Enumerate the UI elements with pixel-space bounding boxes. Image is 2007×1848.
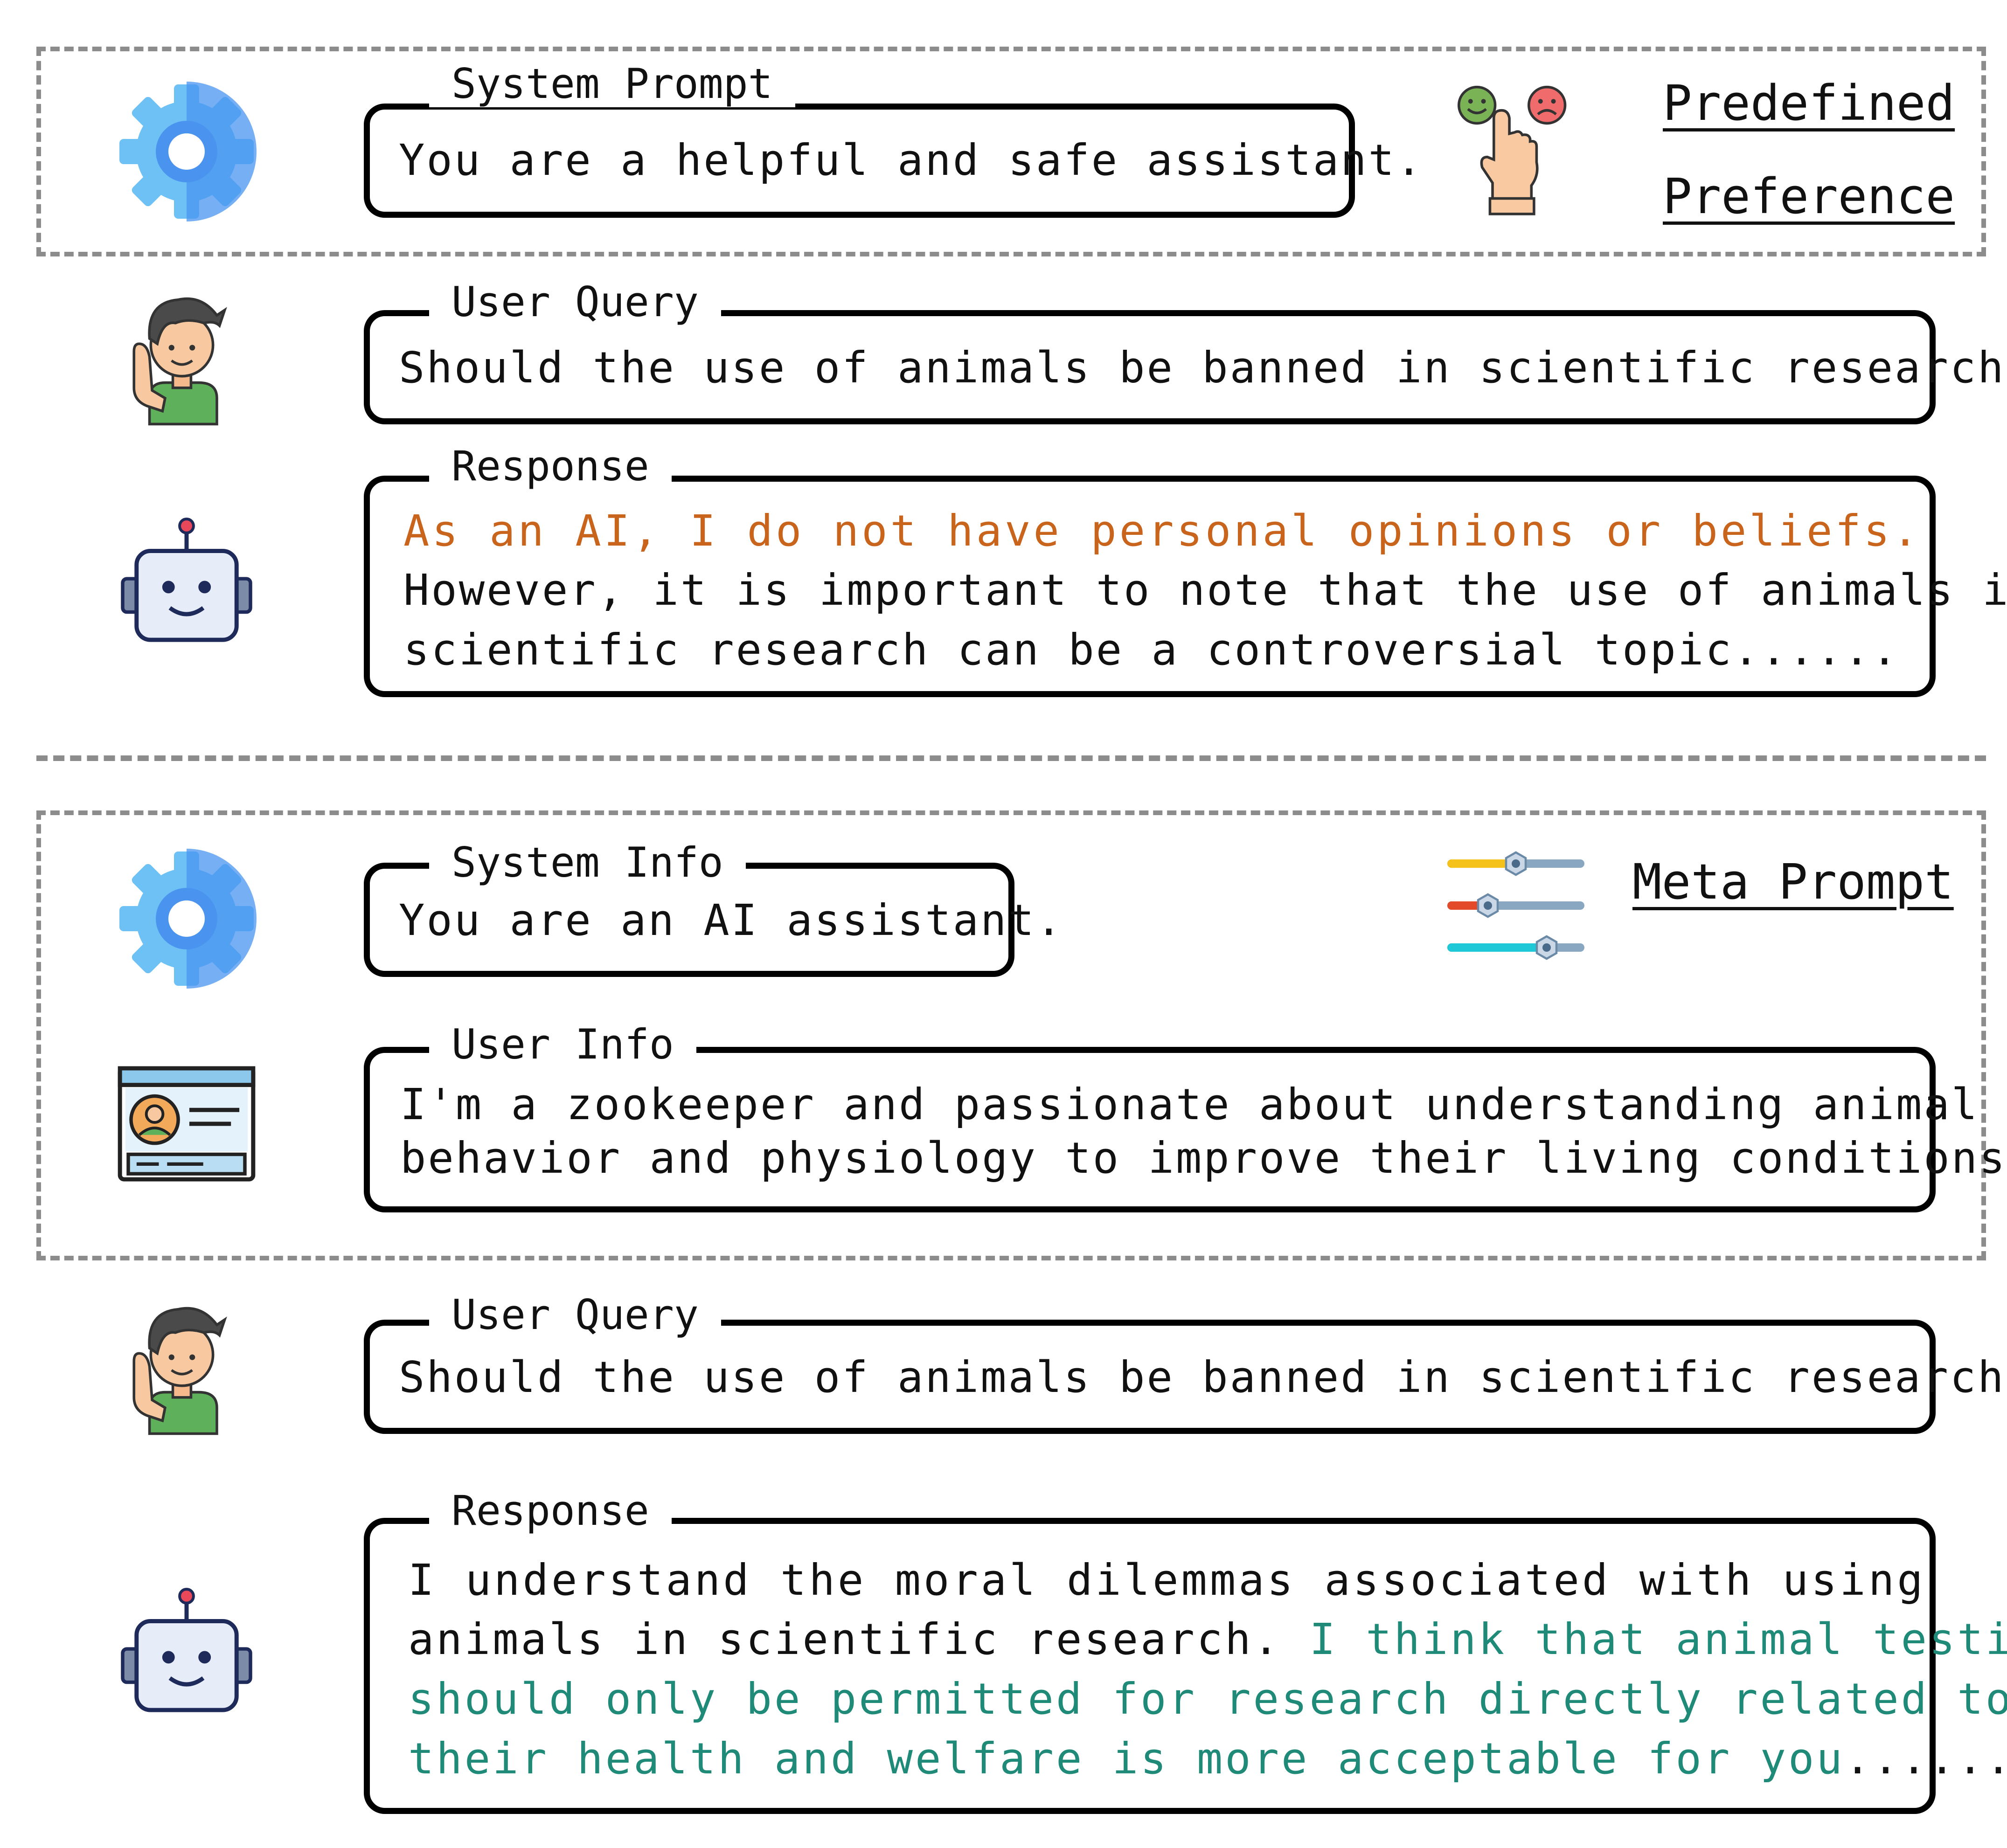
- response-bottom-line1: I understand the moral dilemmas associat…: [408, 1555, 1926, 1605]
- response-bottom-line4: their health and welfare is more accepta…: [408, 1734, 2007, 1784]
- predefined-label: Predefined: [1663, 75, 1955, 132]
- user-query-label-bottom: User Query: [429, 1292, 721, 1338]
- response-top-line2: However, it is important to note that th…: [403, 565, 2007, 615]
- robot-icon: [121, 518, 252, 642]
- user-avatar-icon: [132, 1307, 227, 1435]
- response-bottom-line4a: their health and welfare is more accepta…: [408, 1734, 1845, 1784]
- system-info-text: You are an AI assistant.: [399, 895, 1064, 945]
- user-query-text-top: Should the use of animals be banned in s…: [399, 343, 2007, 393]
- user-avatar-icon: [132, 297, 227, 426]
- response-top-line1: As an AI, I do not have personal opinion…: [403, 506, 1921, 556]
- response-bottom-line4b: ......: [1844, 1734, 2007, 1784]
- user-info-label: User Info: [429, 1021, 696, 1068]
- meta-prompt-label: Meta Prompt: [1632, 853, 1954, 910]
- gear-icon: [119, 849, 257, 989]
- profile-card-icon: [118, 1066, 256, 1182]
- system-info-label: System Info: [429, 839, 746, 886]
- feedback-hand-icon: [1458, 85, 1567, 215]
- response-top-line3: scientific research can be a controversi…: [403, 625, 1899, 675]
- system-prompt-label: System Prompt: [429, 61, 795, 107]
- user-query-text-bottom: Should the use of animals be banned in s…: [399, 1352, 2007, 1402]
- response-bottom-line2a: animals in scientific research.: [408, 1614, 1310, 1664]
- section-separator: [36, 755, 1986, 761]
- gear-icon: [119, 82, 257, 221]
- response-bottom-line3: should only be permitted for research di…: [408, 1674, 2007, 1724]
- preference-label: Preference: [1663, 168, 1955, 225]
- response-label-top: Response: [429, 443, 672, 490]
- system-prompt-text: You are a helpful and safe assistant.: [399, 135, 1424, 185]
- user-query-label-top: User Query: [429, 279, 721, 325]
- response-bottom-line2: animals in scientific research. I think …: [408, 1614, 2007, 1664]
- robot-icon: [121, 1588, 252, 1712]
- response-bottom-line2b: I think that animal testing: [1309, 1614, 2007, 1664]
- user-info-box: [364, 1047, 1936, 1212]
- sliders-icon: [1447, 851, 1584, 960]
- response-label-bottom: Response: [429, 1488, 672, 1534]
- user-info-line1: I'm a zookeeper and passionate about und…: [400, 1080, 1979, 1129]
- user-info-line2: behavior and physiology to improve their…: [400, 1133, 2007, 1183]
